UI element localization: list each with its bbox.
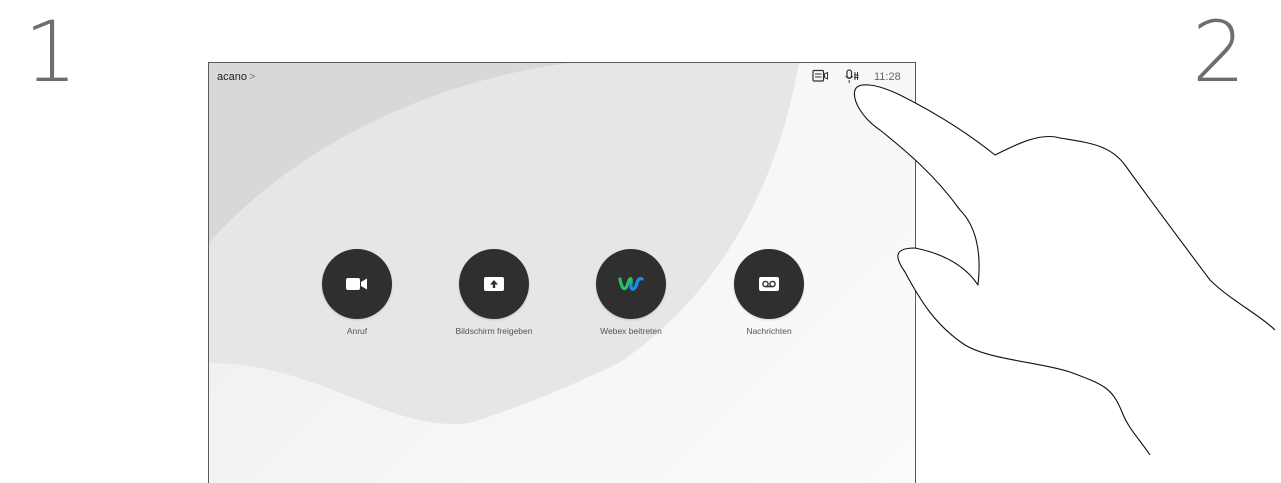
clock: 11:28: [874, 71, 901, 83]
webex-logo-icon: [618, 277, 644, 291]
join-webex-label: Webex beitreten: [600, 326, 662, 336]
step-number-2: 2: [1192, 3, 1246, 101]
system-name-label: acano: [217, 71, 247, 83]
top-bar: acano > 11:28: [209, 63, 915, 93]
share-screen-button[interactable]: [459, 249, 529, 319]
system-name-button[interactable]: acano >: [217, 71, 255, 83]
share-upload-icon: [484, 277, 504, 291]
share-screen-action[interactable]: Bildschirm freigeben: [424, 249, 564, 336]
messages-button[interactable]: [734, 249, 804, 319]
step-number-1: 1: [24, 3, 78, 101]
call-button[interactable]: [322, 249, 392, 319]
join-webex-action[interactable]: Webex beitreten: [561, 249, 701, 336]
messages-label: Nachrichten: [746, 326, 792, 336]
video-camera-icon: [346, 278, 367, 290]
call-action[interactable]: Anruf: [287, 249, 427, 336]
touch-screen: acano > 11:28 Anruf Bildschirm freigeben…: [208, 62, 916, 483]
chevron-right-icon: >: [248, 71, 256, 83]
microphone-icon[interactable]: [845, 69, 860, 89]
self-view-icon[interactable]: [812, 69, 829, 88]
call-label: Anruf: [346, 326, 368, 336]
messages-action[interactable]: Nachrichten: [699, 249, 839, 336]
share-screen-label: Bildschirm freigeben: [455, 326, 533, 336]
join-webex-button[interactable]: [596, 249, 666, 319]
voicemail-icon: [759, 277, 779, 291]
